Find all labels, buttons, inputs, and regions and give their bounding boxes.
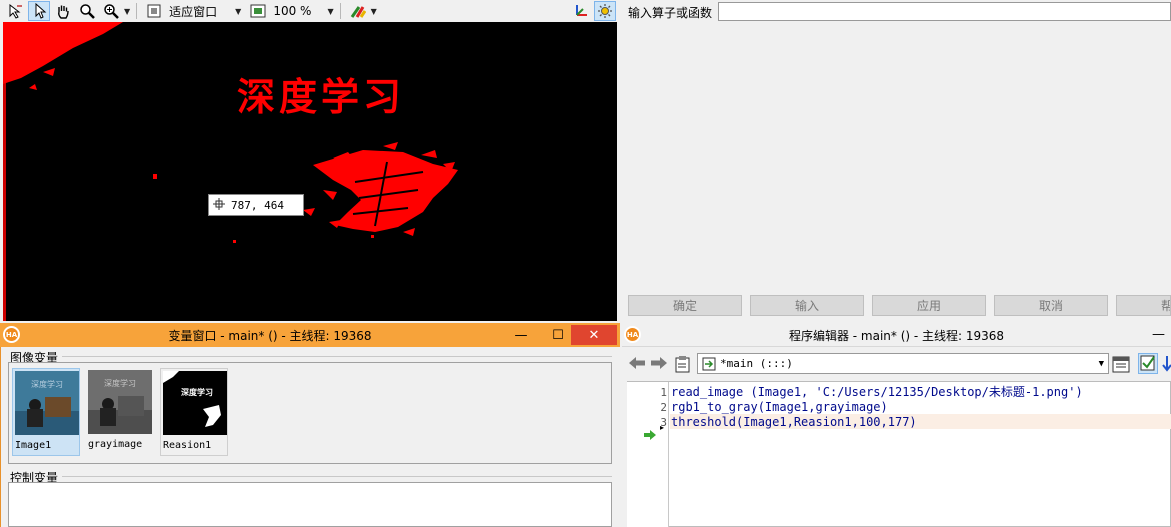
code-line[interactable]: read_image (Image1, 'C:/Users/12135/Desk… xyxy=(671,385,1171,400)
toolbar-separator xyxy=(136,3,138,19)
minimize-button[interactable]: — xyxy=(504,325,538,345)
step-into-icon[interactable] xyxy=(1162,355,1171,376)
magnifier-icon[interactable] xyxy=(76,1,98,21)
coordinate-readout: 787, 464 xyxy=(231,198,284,212)
control-variables-panel[interactable] xyxy=(8,482,612,527)
forward-arrow-icon[interactable] xyxy=(650,355,668,374)
program-editor-titlebar[interactable]: HA 程序编辑器 - main* () - 主线程: 19368 — xyxy=(622,323,1171,347)
svg-text:深度学习: 深度学习 xyxy=(181,387,213,397)
procedure-selector[interactable]: *main (:::) ▼ xyxy=(697,353,1109,374)
canvas-title-text: 深度学习 xyxy=(237,75,405,119)
thumbnail-image1[interactable]: 深度学习 Image1 xyxy=(12,368,80,456)
grayimage-preview: 深度学习 xyxy=(88,370,152,434)
code-line[interactable]: threshold(Image1,Reasion1,100,177) xyxy=(671,415,1171,430)
fit-window-icon[interactable] xyxy=(143,1,165,21)
variable-window-titlebar[interactable]: HA 变量窗口 - main* () - 主线程: 19368 — ☐ ✕ xyxy=(0,323,620,347)
thumbnail-caption: Image1 xyxy=(15,440,52,451)
code-line[interactable]: rgb1_to_gray(Image1,grayimage) xyxy=(671,400,1171,415)
program-editor-title: 程序编辑器 - main* () - 主线程: 19368 xyxy=(788,329,1005,343)
thumbnail-caption: grayimage xyxy=(88,439,143,450)
close-button[interactable]: ✕ xyxy=(571,325,617,345)
ok-button[interactable]: 确定 xyxy=(628,295,742,316)
enter-button[interactable]: 输入 xyxy=(750,295,864,316)
axis-icon[interactable] xyxy=(570,1,592,21)
toolbar-separator xyxy=(339,3,341,19)
cancel-button[interactable]: 取消 xyxy=(994,295,1108,316)
variable-window-title: 变量窗口 - main* () - 主线程: 19368 xyxy=(168,329,372,343)
thumbnail-caption: Reasion1 xyxy=(163,440,212,451)
zoom-percent-dropdown-icon[interactable]: ▼ xyxy=(327,7,333,16)
thumbnail-grayimage[interactable]: 深度学习 grayimage xyxy=(86,368,154,456)
operator-label: 输入算子或函数 xyxy=(628,6,713,20)
divider xyxy=(62,476,612,477)
divider xyxy=(62,356,612,357)
zoom-fit-label[interactable]: 适应窗口 xyxy=(169,3,217,20)
procedure-icon xyxy=(702,357,716,370)
svg-text:深度学习: 深度学习 xyxy=(31,379,63,389)
zoom-fit-dropdown-icon[interactable]: ▼ xyxy=(235,7,241,16)
clipboard-icon[interactable] xyxy=(674,355,692,376)
graphics-toolbar: ▼ 适应窗口 ▼ 100 % ▼ ▼ xyxy=(0,0,620,22)
operator-input[interactable] xyxy=(718,2,1171,21)
palette-dropdown-icon[interactable]: ▼ xyxy=(371,7,377,16)
coordinate-tooltip: 787, 464 xyxy=(208,194,304,216)
apply-button[interactable]: 应用 xyxy=(872,295,986,316)
graphics-canvas[interactable]: 深度学习 xyxy=(3,22,617,321)
minimize-button[interactable]: — xyxy=(1152,327,1166,342)
hand-icon[interactable] xyxy=(52,1,74,21)
operator-panel xyxy=(622,0,1171,322)
zoom-percent-value[interactable]: 100 % xyxy=(273,4,311,18)
zoom-percent-icon[interactable] xyxy=(247,1,269,21)
calendar-icon[interactable] xyxy=(1112,355,1130,376)
procedure-dropdown-icon[interactable]: ▼ xyxy=(1099,359,1104,369)
maximize-button[interactable]: ☐ xyxy=(541,325,575,345)
line-number: 2 xyxy=(660,401,667,414)
thumbnail-region[interactable]: 深度学习 Reasion1 xyxy=(160,368,228,456)
edit-check-icon[interactable] xyxy=(1138,353,1158,374)
region-preview: 深度学习 xyxy=(163,371,227,435)
program-counter-icon xyxy=(644,429,656,443)
zoom-in-icon[interactable] xyxy=(100,1,122,21)
pointer-icon[interactable] xyxy=(28,1,50,21)
line-number: 1 xyxy=(660,386,667,399)
line-number-gutter: 1 2 3 ▸ xyxy=(627,382,669,527)
cursor-icon[interactable] xyxy=(4,1,26,21)
insert-cursor-icon: ▸ xyxy=(660,423,665,432)
back-arrow-icon[interactable] xyxy=(628,355,646,374)
crosshair-icon xyxy=(213,197,225,213)
palette-icon[interactable] xyxy=(347,1,369,21)
svg-text:深度学习: 深度学习 xyxy=(104,378,136,388)
zoom-dropdown-arrow-icon[interactable]: ▼ xyxy=(124,7,130,16)
image1-preview: 深度学习 xyxy=(15,371,79,435)
help-button[interactable]: 帮 xyxy=(1116,295,1171,316)
procedure-name: *main (:::) xyxy=(720,357,793,370)
region-overlay: 深度学习 xyxy=(3,22,458,321)
settings-sun-icon[interactable] xyxy=(594,1,616,21)
